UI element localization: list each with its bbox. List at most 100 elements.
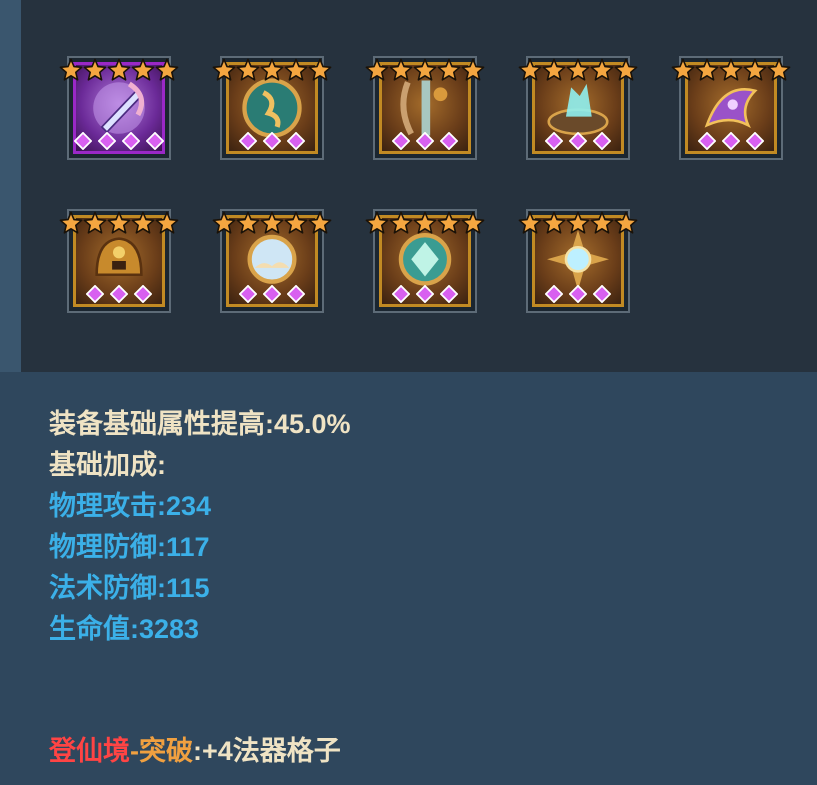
gem-icon [416, 285, 434, 303]
star-icon [590, 58, 614, 81]
gem-icon [263, 285, 281, 303]
gem-icon [263, 132, 281, 150]
gem-row [677, 132, 785, 150]
gem-icon [392, 285, 410, 303]
star-icon [131, 211, 155, 234]
artifact-slot[interactable] [518, 209, 638, 317]
gem-icon [722, 132, 740, 150]
breakthrough-line: 登仙境-突破:+4法器格子 [49, 731, 341, 772]
gem-icon [287, 285, 305, 303]
star-rating [518, 209, 638, 237]
artifact-grid [21, 0, 817, 372]
star-icon [308, 58, 332, 81]
star-icon [518, 58, 542, 81]
star-icon [260, 211, 284, 234]
star-rating [671, 56, 791, 84]
star-icon [59, 58, 83, 81]
gem-row [218, 132, 326, 150]
star-icon [83, 211, 107, 234]
star-icon [236, 58, 260, 81]
equip-bonus-text: 装备基础属性提高:45.0% [49, 409, 351, 439]
star-icon [614, 211, 638, 234]
gem-icon [239, 285, 257, 303]
gem-icon [134, 285, 152, 303]
gem-icon [98, 132, 116, 150]
left-edge-strip [0, 0, 21, 372]
gem-icon [440, 132, 458, 150]
artifact-slot[interactable] [212, 56, 332, 164]
star-icon [743, 58, 767, 81]
base-bonus-header: 基础加成: [49, 450, 166, 480]
artifact-slot[interactable] [518, 56, 638, 164]
star-icon [542, 211, 566, 234]
star-icon [131, 58, 155, 81]
artifact-slot[interactable] [59, 56, 179, 164]
star-icon [437, 58, 461, 81]
star-icon [107, 58, 131, 81]
star-icon [308, 211, 332, 234]
gem-icon [74, 132, 92, 150]
star-icon [671, 58, 695, 81]
star-icon [590, 211, 614, 234]
artifact-panel [21, 0, 817, 372]
gem-row [371, 132, 479, 150]
gem-icon [440, 285, 458, 303]
star-icon [365, 211, 389, 234]
star-icon [437, 211, 461, 234]
realm-dash: - [130, 736, 139, 766]
gem-icon [392, 132, 410, 150]
gem-icon [569, 285, 587, 303]
artifact-slot[interactable] [59, 209, 179, 317]
breakthrough-effect: :+4法器格子 [193, 736, 341, 766]
magic-defense-stat: 法术防御:115 [49, 573, 210, 603]
gem-icon [698, 132, 716, 150]
star-icon [413, 58, 437, 81]
star-icon [461, 58, 485, 81]
gem-icon [287, 132, 305, 150]
star-icon [107, 211, 131, 234]
gem-row [218, 285, 326, 303]
gem-row [65, 132, 173, 150]
star-rating [518, 56, 638, 84]
gem-icon [593, 285, 611, 303]
artifact-slot[interactable] [212, 209, 332, 317]
gem-icon [146, 132, 164, 150]
phys-attack-stat: 物理攻击:234 [49, 491, 212, 521]
star-icon [260, 58, 284, 81]
star-icon [236, 211, 260, 234]
star-icon [284, 211, 308, 234]
gem-row [524, 285, 632, 303]
stats-block: 装备基础属性提高:45.0% 基础加成: 物理攻击:234 物理防御:117 法… [49, 404, 351, 650]
star-icon [284, 58, 308, 81]
star-icon [566, 211, 590, 234]
star-rating [365, 209, 485, 237]
gem-icon [746, 132, 764, 150]
artifact-slot[interactable] [365, 56, 485, 164]
gem-row [524, 132, 632, 150]
star-icon [719, 58, 743, 81]
star-rating [59, 209, 179, 237]
star-icon [389, 58, 413, 81]
realm-name: 登仙境 [49, 736, 130, 766]
star-icon [155, 58, 179, 81]
star-icon [365, 58, 389, 81]
gem-icon [110, 285, 128, 303]
star-icon [614, 58, 638, 81]
hp-stat: 生命值:3283 [49, 614, 200, 644]
star-icon [83, 58, 107, 81]
star-icon [155, 211, 179, 234]
gem-icon [569, 132, 587, 150]
star-icon [59, 211, 83, 234]
star-icon [767, 58, 791, 81]
gem-icon [593, 132, 611, 150]
star-icon [413, 211, 437, 234]
gem-icon [545, 285, 563, 303]
gem-row [371, 285, 479, 303]
star-icon [518, 211, 542, 234]
star-icon [212, 58, 236, 81]
phys-defense-stat: 物理防御:117 [49, 532, 210, 562]
artifact-slot[interactable] [365, 209, 485, 317]
artifact-slot[interactable] [671, 56, 791, 164]
gem-icon [416, 132, 434, 150]
star-icon [212, 211, 236, 234]
